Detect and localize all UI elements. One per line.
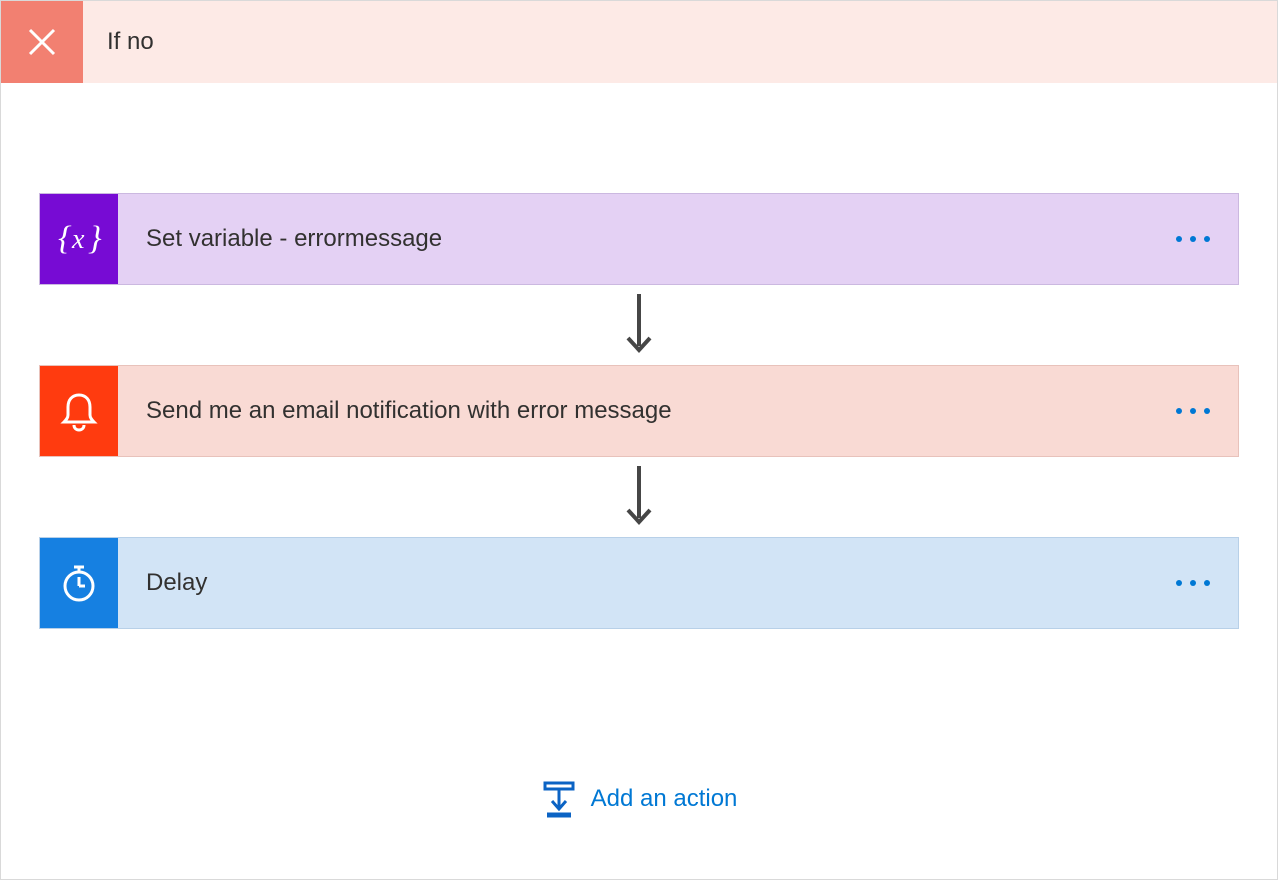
ellipsis-icon: [1176, 236, 1182, 242]
variable-icon: { x }: [55, 215, 103, 263]
add-action-button[interactable]: Add an action: [541, 779, 738, 839]
action-label: Set variable - errormessage: [118, 225, 1176, 253]
action-menu-button[interactable]: [1176, 408, 1238, 414]
add-action-icon: [541, 779, 577, 819]
action-set-variable[interactable]: { x } Set variable - errormessage: [39, 193, 1239, 285]
branch-header[interactable]: If no: [1, 1, 1277, 83]
flow-arrow: [624, 457, 654, 537]
svg-text:x: x: [71, 224, 85, 255]
flow-arrow: [624, 285, 654, 365]
action-menu-button[interactable]: [1176, 236, 1238, 242]
action-send-notification[interactable]: Send me an email notification with error…: [39, 365, 1239, 457]
ellipsis-icon: [1176, 580, 1182, 586]
action-menu-button[interactable]: [1176, 580, 1238, 586]
ellipsis-icon: [1176, 408, 1182, 414]
action-label: Send me an email notification with error…: [118, 397, 1176, 425]
if-no-branch-container: If no { x } Set variable - errormessage: [0, 0, 1278, 880]
close-icon-box: [1, 1, 83, 83]
variable-icon-box: { x }: [40, 194, 118, 284]
actions-content-area: { x } Set variable - errormessage: [1, 83, 1277, 879]
bell-icon-box: [40, 366, 118, 456]
branch-title: If no: [83, 28, 154, 56]
action-delay[interactable]: Delay: [39, 537, 1239, 629]
action-label: Delay: [118, 569, 1176, 597]
bell-icon: [55, 387, 103, 435]
svg-text:{: {: [58, 220, 72, 257]
timer-icon-box: [40, 538, 118, 628]
close-icon: [22, 22, 62, 62]
timer-icon: [55, 559, 103, 607]
svg-text:}: }: [88, 220, 102, 257]
add-action-label: Add an action: [591, 785, 738, 813]
